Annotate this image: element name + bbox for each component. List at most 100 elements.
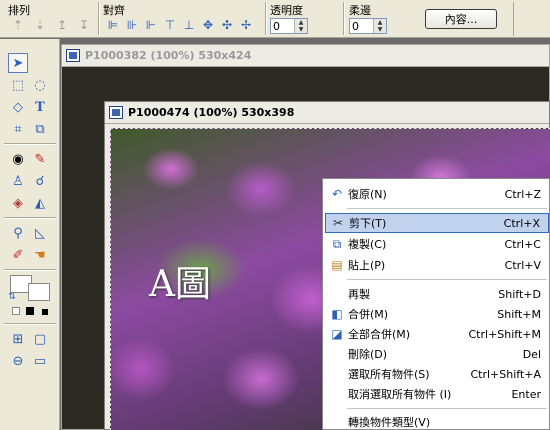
copy-icon: ⧉ xyxy=(332,236,342,251)
menu-item-label: 復原(N) xyxy=(348,188,387,201)
lasso-tool-icon[interactable]: ◌ xyxy=(30,75,50,95)
menu-item-merge[interactable]: ◧ 合併(M) Shift+M xyxy=(325,304,549,324)
paint-brush-icon[interactable]: ✎ xyxy=(30,149,50,169)
zoom-tool-icon[interactable]: ⚲ xyxy=(8,223,28,243)
panel-separator xyxy=(4,217,56,219)
menu-item-label: 取消選取所有物件 (I) xyxy=(348,388,452,401)
eye-tool-icon[interactable]: ◉ xyxy=(8,149,28,169)
gradient-tool-icon[interactable]: ◺ xyxy=(30,223,50,243)
menu-separator xyxy=(347,408,547,409)
bring-forward-icon[interactable]: ↥ xyxy=(54,17,70,33)
distribute-center-icon[interactable]: ✢ xyxy=(238,17,254,33)
opacity-input[interactable] xyxy=(273,19,295,33)
menu-separator xyxy=(347,279,547,280)
menu-item-deselect-all-objects[interactable]: 取消選取所有物件 (I) Enter xyxy=(325,384,549,404)
undo-icon: ↶ xyxy=(331,187,343,201)
pen-tool-icon[interactable]: ✐ xyxy=(8,245,28,265)
scissors-icon: ✂ xyxy=(332,216,344,230)
fill-bucket-icon[interactable]: ◭ xyxy=(30,193,50,213)
default-black-icon[interactable] xyxy=(26,307,34,315)
background-color-swatch[interactable] xyxy=(28,283,50,301)
menu-item-delete[interactable]: 刪除(D) Del xyxy=(325,344,549,364)
toolbar-separator xyxy=(265,2,267,35)
window-title-bar[interactable]: P1000382 (100%) 530x424 xyxy=(62,45,549,67)
crop-tool-icon[interactable]: ⌗ xyxy=(8,119,28,139)
align-right-icon[interactable]: ⊩ xyxy=(143,17,159,33)
dodge-tool-icon[interactable]: ☌ xyxy=(30,171,50,191)
feather-spinner[interactable]: ▲▼ xyxy=(349,18,387,34)
menu-item-merge-all[interactable]: ◪ 全部合併(M) Ctrl+Shift+M xyxy=(325,324,549,344)
align-center-icon[interactable]: ⊪ xyxy=(124,17,140,33)
canvas-text-object[interactable]: A圖 xyxy=(149,255,211,307)
menu-item-label: 轉換物件類型(V) xyxy=(348,416,431,429)
context-menu: ↶ 復原(N) Ctrl+Z ✂ 剪下(T) Ctrl+X ⧉ 複製(C) Ct… xyxy=(322,178,550,430)
ruler-view-icon[interactable]: ▭ xyxy=(30,351,50,371)
shape-tool-icon[interactable]: ◇ xyxy=(8,97,28,117)
eraser-icon[interactable]: ◈ xyxy=(8,193,28,213)
paste-icon: ▤ xyxy=(331,258,343,272)
menu-item-cut[interactable]: ✂ 剪下(T) Ctrl+X xyxy=(325,213,549,233)
menu-item-shortcut: Ctrl+X xyxy=(503,216,540,230)
send-to-back-icon[interactable]: ⇣ xyxy=(32,17,48,33)
align-bottom-icon[interactable]: ⊥ xyxy=(181,17,197,33)
menu-item-label: 合併(M) xyxy=(348,308,389,321)
opacity-group: 透明度 ▲▼ xyxy=(270,1,340,37)
bring-to-front-icon[interactable]: ⇡ xyxy=(10,17,26,33)
swap-colors-icon[interactable]: ⇅ xyxy=(2,287,22,307)
default-colors-icon[interactable] xyxy=(42,309,48,315)
menu-item-label: 貼上(P) xyxy=(348,259,386,272)
grid-view-icon[interactable]: ⊞ xyxy=(8,329,28,349)
menu-item-duplicate[interactable]: 再製 Shift+D xyxy=(325,284,549,304)
top-toolbar: 排列 ⇡ ⇣ ↥ ↧ 對齊 ⊫ ⊪ ⊩ ⊤ ⊥ ✥ ✣ ✢ 透明度 ▲▼ 柔邊 … xyxy=(0,0,550,38)
menu-item-undo[interactable]: ↶ 復原(N) Ctrl+Z xyxy=(325,184,549,204)
menu-item-convert-object-type[interactable]: 轉換物件類型(V) xyxy=(325,412,549,430)
transform-tool-icon[interactable]: ⧉ xyxy=(30,119,50,139)
rect-select-tool-icon[interactable]: ⬚ xyxy=(8,75,28,95)
menu-item-label: 剪下(T) xyxy=(349,217,387,230)
opacity-spinner[interactable]: ▲▼ xyxy=(270,18,308,34)
send-backward-icon[interactable]: ↧ xyxy=(76,17,92,33)
merge-all-icon: ◪ xyxy=(331,327,343,341)
feather-spin-arrows[interactable]: ▲ ▼ xyxy=(373,19,386,33)
menu-item-label: 再製 xyxy=(348,288,370,301)
menu-item-label: 全部合併(M) xyxy=(348,328,411,341)
menu-item-paste[interactable]: ▤ 貼上(P) Ctrl+V xyxy=(325,255,549,275)
frame-view-icon[interactable]: ▢ xyxy=(30,329,50,349)
link-view-icon[interactable]: ⊖ xyxy=(8,351,28,371)
window-title-bar[interactable]: P1000474 (100%) 530x398 xyxy=(105,102,549,124)
toolbar-separator xyxy=(98,2,100,35)
document-icon xyxy=(109,106,123,119)
pointer-tool-icon[interactable]: ➤ xyxy=(8,53,28,73)
distribute-vertical-icon[interactable]: ✣ xyxy=(219,17,235,33)
opacity-label: 透明度 xyxy=(270,4,303,17)
merge-icon: ◧ xyxy=(331,307,343,321)
menu-separator xyxy=(347,208,547,209)
align-left-icon[interactable]: ⊫ xyxy=(105,17,121,33)
hand-tool-icon[interactable]: ☚ xyxy=(30,245,50,265)
align-group: 對齊 ⊫ ⊪ ⊩ ⊤ ⊥ ✥ ✣ ✢ xyxy=(103,1,263,37)
menu-item-label: 複製(C) xyxy=(348,238,387,251)
default-white-icon[interactable] xyxy=(12,307,20,315)
menu-item-label: 選取所有物件(S) xyxy=(348,368,430,381)
opacity-spin-arrows[interactable]: ▲ ▼ xyxy=(294,19,307,33)
feather-group: 柔邊 ▲▼ xyxy=(349,1,419,37)
menu-item-copy[interactable]: ⧉ 複製(C) Ctrl+C xyxy=(325,234,549,254)
document-icon xyxy=(66,49,80,62)
panel-separator xyxy=(4,269,56,271)
toolbar-grip xyxy=(513,2,550,36)
panel-separator xyxy=(4,143,56,145)
feather-input[interactable] xyxy=(352,19,374,33)
text-tool-icon[interactable]: T xyxy=(30,97,50,117)
properties-button[interactable]: 內容... xyxy=(425,9,497,29)
toolbar-separator xyxy=(343,2,345,35)
align-top-icon[interactable]: ⊤ xyxy=(162,17,178,33)
clone-stamp-icon[interactable]: ♙ xyxy=(8,171,28,191)
feather-label: 柔邊 xyxy=(349,4,371,17)
menu-item-shortcut: Ctrl+Z xyxy=(504,187,541,201)
distribute-horizontal-icon[interactable]: ✥ xyxy=(200,17,216,33)
panel-separator xyxy=(4,323,56,325)
menu-item-shortcut: Ctrl+Shift+M xyxy=(468,327,542,341)
tool-panel: ➤ ⬚ ◌ ◇ T ⌗ ⧉ ◉ ✎ ♙ ☌ ◈ ◭ ⚲ ◺ ✐ ☚ ⇅ ⊞ ▢ … xyxy=(0,39,60,430)
menu-item-shortcut: Shift+M xyxy=(497,307,541,321)
menu-item-select-all-objects[interactable]: 選取所有物件(S) Ctrl+Shift+A xyxy=(325,364,549,384)
